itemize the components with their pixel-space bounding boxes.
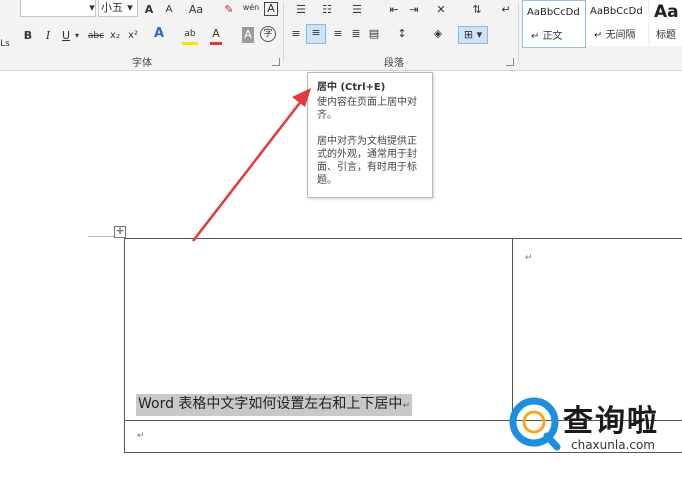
numbering-icon[interactable]: ☷ — [318, 2, 336, 18]
watermark-url: chaxunla.com — [571, 438, 655, 452]
decrease-indent-icon[interactable]: ⇤ — [386, 2, 402, 18]
font-group-label: 字体 — [132, 58, 152, 69]
distributed-button[interactable]: ▤ — [366, 26, 382, 42]
char-shading-button[interactable]: A — [242, 27, 254, 43]
align-center-tooltip: 居中 (Ctrl+E) 使内容在页面上居中对齐。 居中对齐为文档提供正式的外观，… — [307, 72, 433, 198]
logo-q-icon — [509, 397, 561, 451]
bold-button[interactable]: B — [22, 28, 34, 44]
shading-icon[interactable]: ◈ — [430, 26, 446, 42]
underline-button[interactable]: U — [60, 28, 72, 44]
chinese-layout-icon[interactable]: ✕ — [432, 2, 450, 18]
font-name-dropdown-icon[interactable]: ▾ — [88, 0, 96, 16]
text-effects-button[interactable]: A — [152, 26, 166, 42]
subscript-button[interactable]: x₂ — [108, 28, 122, 44]
grow-font-button[interactable]: A — [142, 2, 156, 18]
paragraph-mark: ↵ — [137, 431, 145, 441]
font-size-dropdown-icon[interactable]: ▾ — [126, 0, 134, 16]
tooltip-title: 居中 (Ctrl+E) — [317, 82, 386, 93]
style-label: 标题 — [656, 30, 676, 41]
ribbon-separator — [518, 2, 519, 62]
justify-button[interactable]: ≣ — [348, 26, 364, 42]
tooltip-desc-2: 居中对齐为文档提供正式的外观，通常用于封面、引言，有时用于标题。 — [317, 136, 417, 186]
style-preview: AaBbCcDd — [590, 6, 643, 17]
italic-button[interactable]: I — [42, 28, 54, 44]
superscript-button[interactable]: x² — [126, 28, 140, 44]
ribbon: Ls ▾ 小五 ▾ A A Aa ✎ wén A ☰ ☷ ☰ ⇤ ⇥ ✕ ⇅ ↵… — [0, 0, 682, 71]
paragraph-group-label: 段落 — [384, 58, 404, 69]
clear-format-icon[interactable]: ✎ — [222, 2, 236, 18]
paragraph-group-launcher[interactable] — [506, 58, 514, 66]
tooltip-desc-1: 使内容在页面上居中对齐。 — [317, 97, 417, 121]
increase-indent-icon[interactable]: ⇥ — [406, 2, 422, 18]
highlight-button[interactable]: ab — [182, 26, 198, 45]
table-move-handle-icon[interactable]: ✛ — [114, 226, 126, 238]
style-preview: AaBbCcDd — [527, 7, 580, 18]
strikethrough-button[interactable]: abc — [86, 28, 106, 44]
change-case-button[interactable]: Aa — [186, 2, 206, 18]
show-marks-icon[interactable]: ↵ — [500, 2, 512, 18]
style-heading[interactable]: Aa 标题 — [650, 0, 682, 46]
align-center-button[interactable]: ≡ — [306, 24, 326, 44]
shrink-font-button[interactable]: A — [162, 2, 176, 18]
selected-cell-text[interactable]: Word 表格中文字如何设置左右和上下居中↵ — [136, 394, 412, 416]
ribbon-separator — [283, 2, 284, 62]
style-label: ↵ 无间隔 — [594, 30, 636, 41]
align-left-button[interactable]: ≡ — [288, 26, 304, 42]
watermark-brand: 查询啦 — [563, 404, 659, 439]
align-right-button[interactable]: ≡ — [330, 26, 346, 42]
line-spacing-icon[interactable]: ↕ — [394, 26, 410, 42]
enclose-char-button[interactable]: 字 — [260, 26, 276, 42]
side-mark: Ls — [0, 39, 10, 49]
style-no-spacing[interactable]: AaBbCcDd ↵ 无间隔 — [586, 0, 648, 46]
borders-icon[interactable]: ⊞ ▾ — [458, 26, 488, 44]
site-watermark: 查询啦 chaxunla.com — [507, 392, 682, 467]
bullets-icon[interactable]: ☰ — [292, 2, 310, 18]
phonetic-guide-button[interactable]: wén — [242, 0, 260, 16]
font-color-button[interactable]: A — [210, 26, 222, 45]
paragraph-mark: ↵ — [525, 253, 533, 263]
style-label: ↵ 正文 — [531, 31, 563, 42]
font-name-box[interactable] — [20, 0, 96, 17]
style-preview: Aa — [654, 2, 679, 22]
char-border-button[interactable]: A — [264, 2, 278, 16]
multilevel-list-icon[interactable]: ☰ — [348, 2, 366, 18]
sort-icon[interactable]: ⇅ — [470, 2, 484, 18]
style-normal[interactable]: AaBbCcDd ↵ 正文 — [522, 0, 586, 48]
font-group-launcher[interactable] — [272, 58, 280, 66]
underline-dropdown-icon[interactable]: ▾ — [74, 28, 80, 44]
styles-gallery: AaBbCcDd ↵ 正文 AaBbCcDd ↵ 无间隔 Aa 标题 — [520, 0, 682, 48]
